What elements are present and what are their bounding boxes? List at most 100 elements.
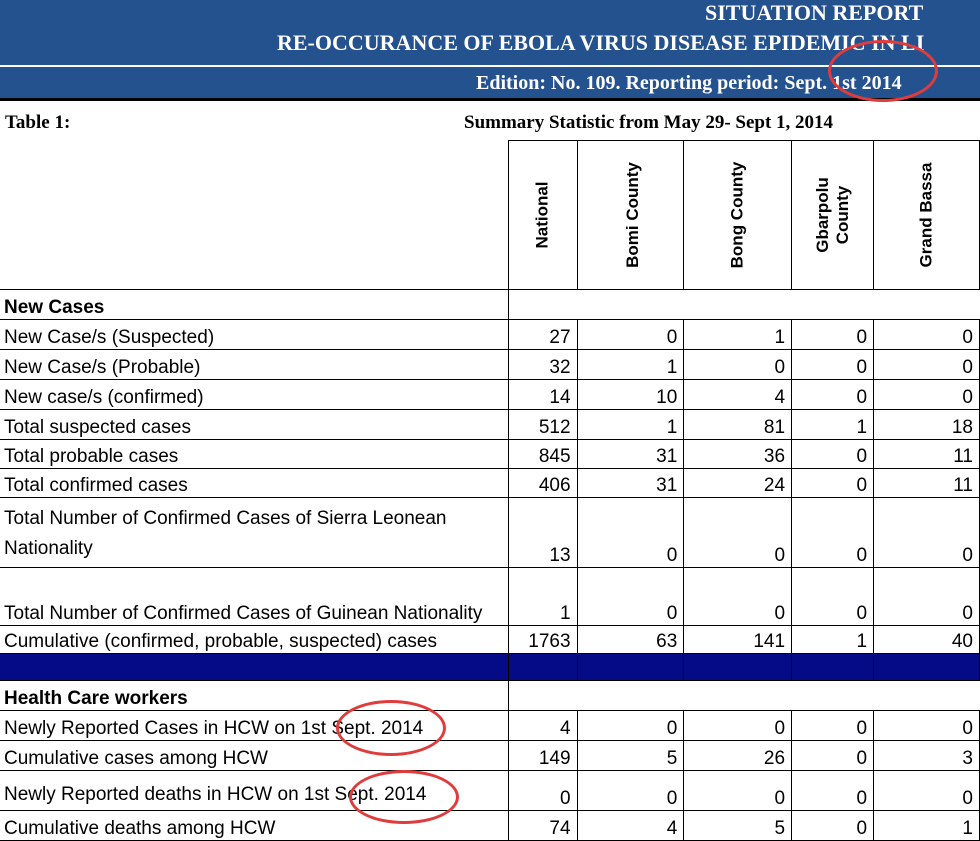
separator-cell xyxy=(576,653,685,681)
cell-national: 1763 xyxy=(508,625,578,654)
row-label: New case/s (confirmed) xyxy=(0,379,510,410)
report-title: SITUATION REPORT xyxy=(705,0,924,25)
col-header-bomi: Bomi County xyxy=(576,140,685,290)
cell-national: 0 xyxy=(508,770,578,811)
row-label: New Case/s (Suspected) xyxy=(0,319,510,350)
cell-grand-bassa: 40 xyxy=(873,625,980,654)
row-label-line2: Nationality xyxy=(4,538,93,559)
cell-national: 1 xyxy=(508,567,578,626)
cell-bong: 0 xyxy=(683,567,793,626)
section-label: Health Care workers xyxy=(0,680,510,711)
cell-bomi: 0 xyxy=(576,770,685,811)
cell-bomi: 63 xyxy=(576,625,685,654)
cell-bong: 24 xyxy=(683,468,793,498)
table-row: Total suspected cases 512 1 81 1 18 xyxy=(0,409,980,440)
table-row: Total probable cases 845 31 36 0 11 xyxy=(0,439,980,469)
cell-bong: 0 xyxy=(683,710,793,741)
cell-gbarpolu: 1 xyxy=(791,625,875,654)
table-row: Cumulative (confirmed, probable, suspect… xyxy=(0,625,980,654)
row-label-line1: Total Number of Confirmed Cases of Sierr… xyxy=(4,508,447,529)
section-label: New Cases xyxy=(0,289,510,320)
section-row-hcw: Health Care workers xyxy=(0,680,980,711)
cell-bomi: 10 xyxy=(576,379,685,410)
cell-gbarpolu: 0 xyxy=(791,770,875,811)
table-row: Total confirmed cases 406 31 24 0 11 xyxy=(0,468,980,498)
row-label: New Case/s (Probable) xyxy=(0,349,510,380)
separator-cell xyxy=(791,653,875,681)
cell-grand-bassa: 0 xyxy=(873,497,980,568)
cell-grand-bassa: 0 xyxy=(873,379,980,410)
cell-gbarpolu: 0 xyxy=(791,567,875,626)
cell-gbarpolu: 0 xyxy=(791,810,875,841)
row-label: Total confirmed cases xyxy=(0,468,510,498)
cell-national: 13 xyxy=(508,497,578,568)
cell-grand-bassa: 18 xyxy=(873,409,980,440)
cell-grand-bassa: 0 xyxy=(873,349,980,380)
row-label: Total probable cases xyxy=(0,439,510,469)
cell-bong: 0 xyxy=(683,770,793,811)
cell-bomi: 1 xyxy=(576,349,685,380)
cell-grand-bassa: 0 xyxy=(873,770,980,811)
cell-bong: 26 xyxy=(683,740,793,771)
cell-bomi: 0 xyxy=(576,497,685,568)
cell-bomi: 4 xyxy=(576,810,685,841)
row-label: Cumulative (confirmed, probable, suspect… xyxy=(0,625,510,654)
cell-grand-bassa: 0 xyxy=(873,710,980,741)
row-label: Total Number of Confirmed Cases of Guine… xyxy=(0,567,510,626)
row-label: Total Number of Confirmed Cases of Sierr… xyxy=(0,497,510,568)
cell-gbarpolu: 1 xyxy=(791,409,875,440)
separator-cell xyxy=(873,653,980,681)
cell-bong: 36 xyxy=(683,439,793,469)
cell-national: 74 xyxy=(508,810,578,841)
cell-gbarpolu: 0 xyxy=(791,497,875,568)
table-row: New case/s (confirmed) 14 10 4 0 0 xyxy=(0,379,980,410)
cell-bong: 0 xyxy=(683,349,793,380)
cell-bomi: 31 xyxy=(576,439,685,469)
cell-national: 845 xyxy=(508,439,578,469)
col-header-grand-bassa: Grand Bassa xyxy=(873,140,980,290)
table-row: Cumulative deaths among HCW 74 4 5 0 1 xyxy=(0,810,980,841)
edition-bottom-rule xyxy=(0,98,980,101)
cell-bomi: 0 xyxy=(576,710,685,741)
cell-gbarpolu: 0 xyxy=(791,379,875,410)
cell-national: 32 xyxy=(508,349,578,380)
table-row: New Case/s (Suspected) 27 0 1 0 0 xyxy=(0,319,980,350)
col-header-gbarpolu: Gbarpolu County xyxy=(791,140,875,290)
table-row: New Case/s (Probable) 32 1 0 0 0 xyxy=(0,349,980,380)
cell-national: 4 xyxy=(508,710,578,741)
table-row: Newly Reported Cases in HCW on 1st Sept.… xyxy=(0,710,980,741)
separator-row xyxy=(0,653,980,681)
cell-grand-bassa: 11 xyxy=(873,439,980,469)
section-blank xyxy=(508,680,980,711)
cell-national: 27 xyxy=(508,319,578,350)
cell-national: 406 xyxy=(508,468,578,498)
report-subtitle: RE-OCCURANCE OF EBOLA VIRUS DISEASE EPID… xyxy=(277,30,925,55)
annotation-circle-hcw-cases-date xyxy=(336,700,446,756)
cell-gbarpolu: 0 xyxy=(791,319,875,350)
table-row: Total Number of Confirmed Cases of Guine… xyxy=(0,567,980,626)
separator-cell xyxy=(508,653,578,681)
section-row-new-cases: New Cases xyxy=(0,289,980,320)
cell-gbarpolu: 0 xyxy=(791,740,875,771)
separator-cell xyxy=(0,653,510,681)
annotation-circle-hcw-deaths-date xyxy=(349,770,459,824)
table-row: Total Number of Confirmed Cases of Sierr… xyxy=(0,497,980,568)
cell-gbarpolu: 0 xyxy=(791,710,875,741)
cell-grand-bassa: 1 xyxy=(873,810,980,841)
cell-bong: 141 xyxy=(683,625,793,654)
cell-bomi: 5 xyxy=(576,740,685,771)
cell-bong: 81 xyxy=(683,409,793,440)
cell-grand-bassa: 11 xyxy=(873,468,980,498)
cell-gbarpolu: 0 xyxy=(791,468,875,498)
section-blank xyxy=(508,289,980,320)
header-blank-cell xyxy=(0,140,510,290)
cell-national: 512 xyxy=(508,409,578,440)
cell-bong: 5 xyxy=(683,810,793,841)
table-row: Newly Reported deaths in HCW on 1st Sept… xyxy=(0,770,980,811)
col-header-bong: Bong County xyxy=(683,140,793,290)
col-header-national: National xyxy=(508,140,578,290)
separator-cell xyxy=(683,653,793,681)
cell-bong: 0 xyxy=(683,497,793,568)
table-row: Cumulative cases among HCW 149 5 26 0 3 xyxy=(0,740,980,771)
cell-grand-bassa: 0 xyxy=(873,567,980,626)
